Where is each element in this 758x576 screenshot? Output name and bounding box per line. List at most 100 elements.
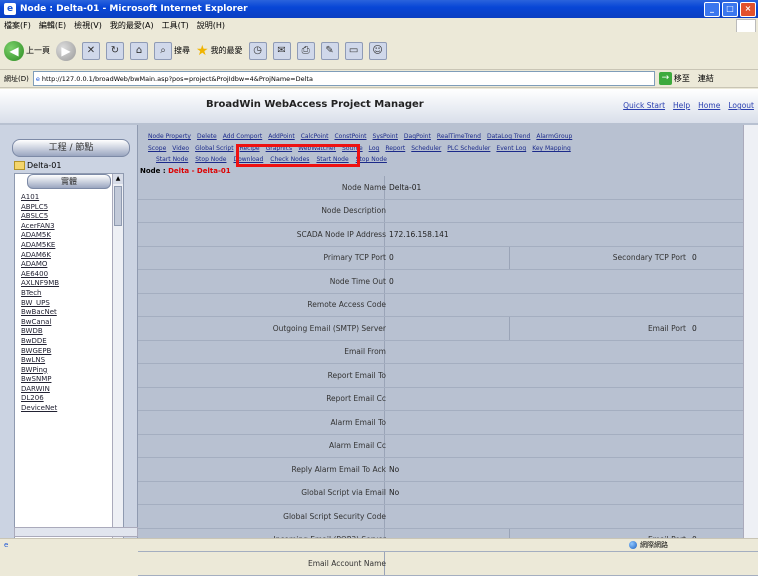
- node-properties-form: Node Name Delta-01 Node Description SCADA N…: [138, 176, 758, 576]
- left-panel: 工程 / 節點 Delta-01 實體 A101 ABPLC5 ABSLC5 Acer…: [0, 125, 138, 541]
- nav-link[interactable]: RealTimeTrend: [437, 133, 481, 145]
- device-item[interactable]: BWDB: [21, 327, 123, 337]
- go-button[interactable]: → 移至: [658, 72, 690, 85]
- scroll-thumb[interactable]: [114, 186, 122, 226]
- nav-link[interactable]: Event Log: [496, 145, 526, 157]
- window-title: Node : Delta-01 - Microsoft Internet Exp…: [20, 4, 248, 14]
- sub-nav-link[interactable]: Stop Node: [195, 156, 226, 163]
- nav-link[interactable]: SysPoint: [373, 133, 398, 145]
- help-link[interactable]: Help: [673, 101, 690, 110]
- home-link[interactable]: Home: [698, 101, 720, 110]
- device-item[interactable]: BWGEPB: [21, 347, 123, 357]
- logout-link[interactable]: Logout: [728, 101, 754, 110]
- field-value-2: 0: [692, 323, 697, 333]
- device-item[interactable]: BTech: [21, 289, 123, 299]
- form-row: Node Description: [138, 199, 758, 223]
- nav-link[interactable]: Node Property: [148, 133, 191, 145]
- search-button[interactable]: ⌕ 搜尋: [154, 41, 190, 60]
- field-label: Alarm Email To: [330, 417, 386, 427]
- quick-start-link[interactable]: Quick Start: [623, 101, 665, 110]
- home-icon[interactable]: ⌂: [130, 41, 148, 60]
- go-label: 移至: [673, 74, 690, 83]
- tree-root[interactable]: Delta-01: [14, 161, 61, 170]
- nav-link[interactable]: Key Mapping: [532, 145, 571, 157]
- device-item[interactable]: BwDDE: [21, 337, 123, 347]
- node-panel: Node Property Delete Add Comport AddPoint Ca…: [138, 125, 758, 576]
- nav-link[interactable]: PLC Scheduler: [447, 145, 490, 157]
- field-value: 0: [389, 253, 394, 263]
- messenger-icon[interactable]: ☺: [368, 41, 387, 60]
- mail-icon[interactable]: ✉: [272, 41, 291, 60]
- device-item[interactable]: ADAMO: [21, 260, 123, 270]
- device-item[interactable]: BWPing: [21, 366, 123, 376]
- field-label: Global Script Security Code: [283, 511, 386, 521]
- forward-button[interactable]: ▶: [56, 40, 76, 61]
- horizontal-scrollbar[interactable]: [14, 527, 138, 537]
- device-item[interactable]: BwBacNet: [21, 308, 123, 318]
- form-row: Email Account Name: [138, 552, 758, 576]
- tree-scrollbar[interactable]: ▲: [112, 174, 123, 540]
- device-item[interactable]: BwCanal: [21, 318, 123, 328]
- nav-link[interactable]: Delete: [197, 133, 217, 145]
- device-item[interactable]: ABSLC5: [21, 212, 123, 222]
- menu-view[interactable]: 檢視(V): [74, 20, 102, 31]
- maximize-button[interactable]: □: [722, 2, 738, 17]
- device-item[interactable]: ADAM5K: [21, 231, 123, 241]
- device-item[interactable]: DL206: [21, 394, 123, 404]
- sub-nav-link[interactable]: Stop Node: [356, 156, 387, 163]
- device-item[interactable]: BwLNS: [21, 356, 123, 366]
- menu-help[interactable]: 說明(H): [197, 20, 225, 31]
- field-label-2: Secondary TCP Port: [612, 253, 686, 263]
- edit-icon[interactable]: ✎: [320, 41, 339, 60]
- form-row: Reply Alarm Email To Ack No: [138, 458, 758, 482]
- device-item[interactable]: DARWIN: [21, 385, 123, 395]
- favorites-label: 我的最愛: [210, 46, 243, 55]
- sub-nav-link[interactable]: Start Node: [156, 156, 188, 163]
- scroll-up-icon[interactable]: ▲: [113, 174, 123, 184]
- device-item[interactable]: ADAM6K: [21, 251, 123, 261]
- ie-logo-icon: e: [4, 3, 16, 15]
- history-icon[interactable]: ◷: [248, 41, 267, 60]
- stop-icon[interactable]: ✕: [82, 41, 100, 60]
- field-value: Delta-01: [389, 182, 422, 192]
- field-label: Node Time Out: [329, 276, 386, 286]
- nav-link[interactable]: AlarmGroup: [536, 133, 572, 145]
- field-label: Email Account Name: [308, 558, 386, 568]
- address-input[interactable]: e http://127.0.0.1/broadWeb/bwMain.asp?p…: [32, 71, 655, 86]
- print-icon[interactable]: ⎙: [296, 41, 315, 60]
- menu-edit[interactable]: 編輯(E): [39, 20, 66, 31]
- globe-icon: [629, 541, 637, 549]
- refresh-icon[interactable]: ↻: [106, 41, 124, 60]
- folder-icon[interactable]: ▭: [344, 41, 363, 60]
- close-button[interactable]: ×: [740, 2, 756, 17]
- device-item[interactable]: DeviceNet: [21, 404, 123, 414]
- device-item[interactable]: AE6400: [21, 270, 123, 280]
- menu-favorites[interactable]: 我的最愛(A): [110, 20, 154, 31]
- device-item[interactable]: BW_UPS: [21, 299, 123, 309]
- field-label: Alarm Email Cc: [328, 441, 386, 451]
- menu-tools[interactable]: 工具(T): [162, 20, 189, 31]
- nav-link[interactable]: Scheduler: [411, 145, 441, 157]
- node-nav: Node Property Delete Add Comport AddPoint Ca…: [138, 133, 758, 157]
- device-item[interactable]: ADAM5KE: [21, 241, 123, 251]
- device-item[interactable]: BwSNMP: [21, 375, 123, 385]
- device-item[interactable]: A101: [21, 193, 123, 203]
- tree-root-label: Delta-01: [27, 161, 62, 170]
- nav-link[interactable]: Report: [385, 145, 405, 157]
- nav-link[interactable]: DataLog Trend: [487, 133, 530, 145]
- back-button[interactable]: ◀ 上一頁: [4, 40, 50, 61]
- nav-link[interactable]: DaqPoint: [404, 133, 431, 145]
- field-label: Primary TCP Port: [323, 253, 386, 263]
- page-scrollbar[interactable]: [743, 125, 758, 539]
- device-item[interactable]: AXLNF9MB: [21, 279, 123, 289]
- favorites-button[interactable]: ★ 我的最愛: [196, 43, 243, 59]
- form-row: Report Email Cc: [138, 387, 758, 411]
- menu-file[interactable]: 檔案(F): [4, 20, 31, 31]
- column-divider: [509, 246, 510, 269]
- minimize-button[interactable]: _: [704, 2, 720, 17]
- device-item[interactable]: ABPLC5: [21, 203, 123, 213]
- links-label[interactable]: 連結: [698, 73, 714, 84]
- device-item[interactable]: AcerFAN3: [21, 222, 123, 232]
- form-row: Node Time Out 0: [138, 270, 758, 294]
- node-label: Node :: [140, 167, 166, 175]
